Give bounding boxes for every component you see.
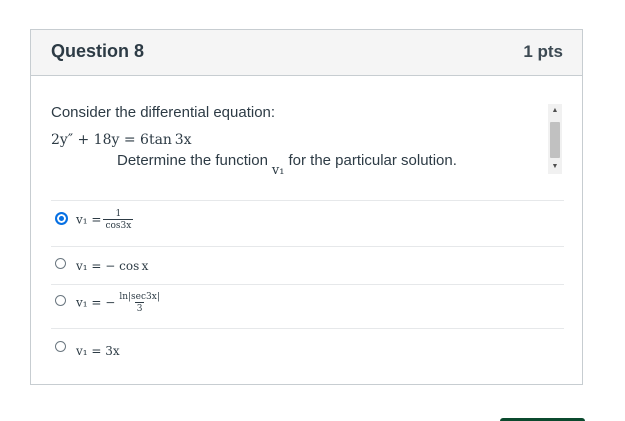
radio-selected[interactable]	[55, 212, 68, 225]
answer-option-2[interactable]: v₁ = − cos x	[51, 257, 564, 277]
determine-before: Determine the function	[117, 152, 268, 169]
question-title: Question 8	[51, 41, 145, 61]
determine-text: Determine the functionv₁for the particul…	[117, 152, 457, 178]
question-header: Question 8 1 pts	[31, 30, 582, 76]
option-4-label: v₁ = 3x	[76, 344, 120, 358]
divider	[51, 328, 564, 329]
option-3-lhs: v₁ = −	[76, 295, 116, 310]
differential-equation: 2y″ + 18y = 6tan 3x	[51, 132, 192, 148]
triangle-up-icon[interactable]: ▲	[548, 104, 562, 118]
divider	[51, 246, 564, 247]
triangle-down-icon[interactable]: ▼	[548, 160, 562, 174]
option-1-label: v₁ = 1 cos3x	[76, 209, 134, 231]
option-1-denominator: cos3x	[103, 219, 134, 231]
answer-option-3[interactable]: v₁ = − ln|sec3x| 3	[51, 292, 564, 324]
determine-variable: v₁	[271, 163, 285, 178]
question-card: Question 8 1 pts	[30, 29, 583, 385]
option-3-denominator: 3	[134, 302, 145, 314]
scrollbar-thumb[interactable]	[550, 122, 560, 158]
option-3-label: v₁ = − ln|sec3x| 3	[76, 292, 162, 314]
option-3-fraction: ln|sec3x| 3	[117, 292, 162, 314]
answer-option-1[interactable]: v₁ = 1 cos3x	[51, 209, 564, 239]
option-2-label: v₁ = − cos x	[76, 259, 149, 273]
divider	[51, 200, 564, 201]
radio-unselected[interactable]	[55, 295, 66, 306]
determine-after: for the particular solution.	[288, 152, 457, 169]
radio-unselected[interactable]	[55, 341, 66, 352]
divider	[51, 284, 564, 285]
option-1-fraction: 1 cos3x	[103, 209, 134, 231]
question-prompt: Consider the differential equation:	[51, 104, 276, 121]
radio-unselected[interactable]	[55, 258, 66, 269]
option-1-numerator: 1	[115, 209, 122, 219]
question-points: 1 pts	[523, 42, 563, 61]
option-1-lhs: v₁ =	[76, 212, 102, 227]
option-3-numerator: ln|sec3x|	[119, 292, 160, 302]
answer-option-4[interactable]: v₁ = 3x	[51, 340, 564, 360]
prompt-scrollbar[interactable]: ▲ ▼	[548, 104, 562, 174]
